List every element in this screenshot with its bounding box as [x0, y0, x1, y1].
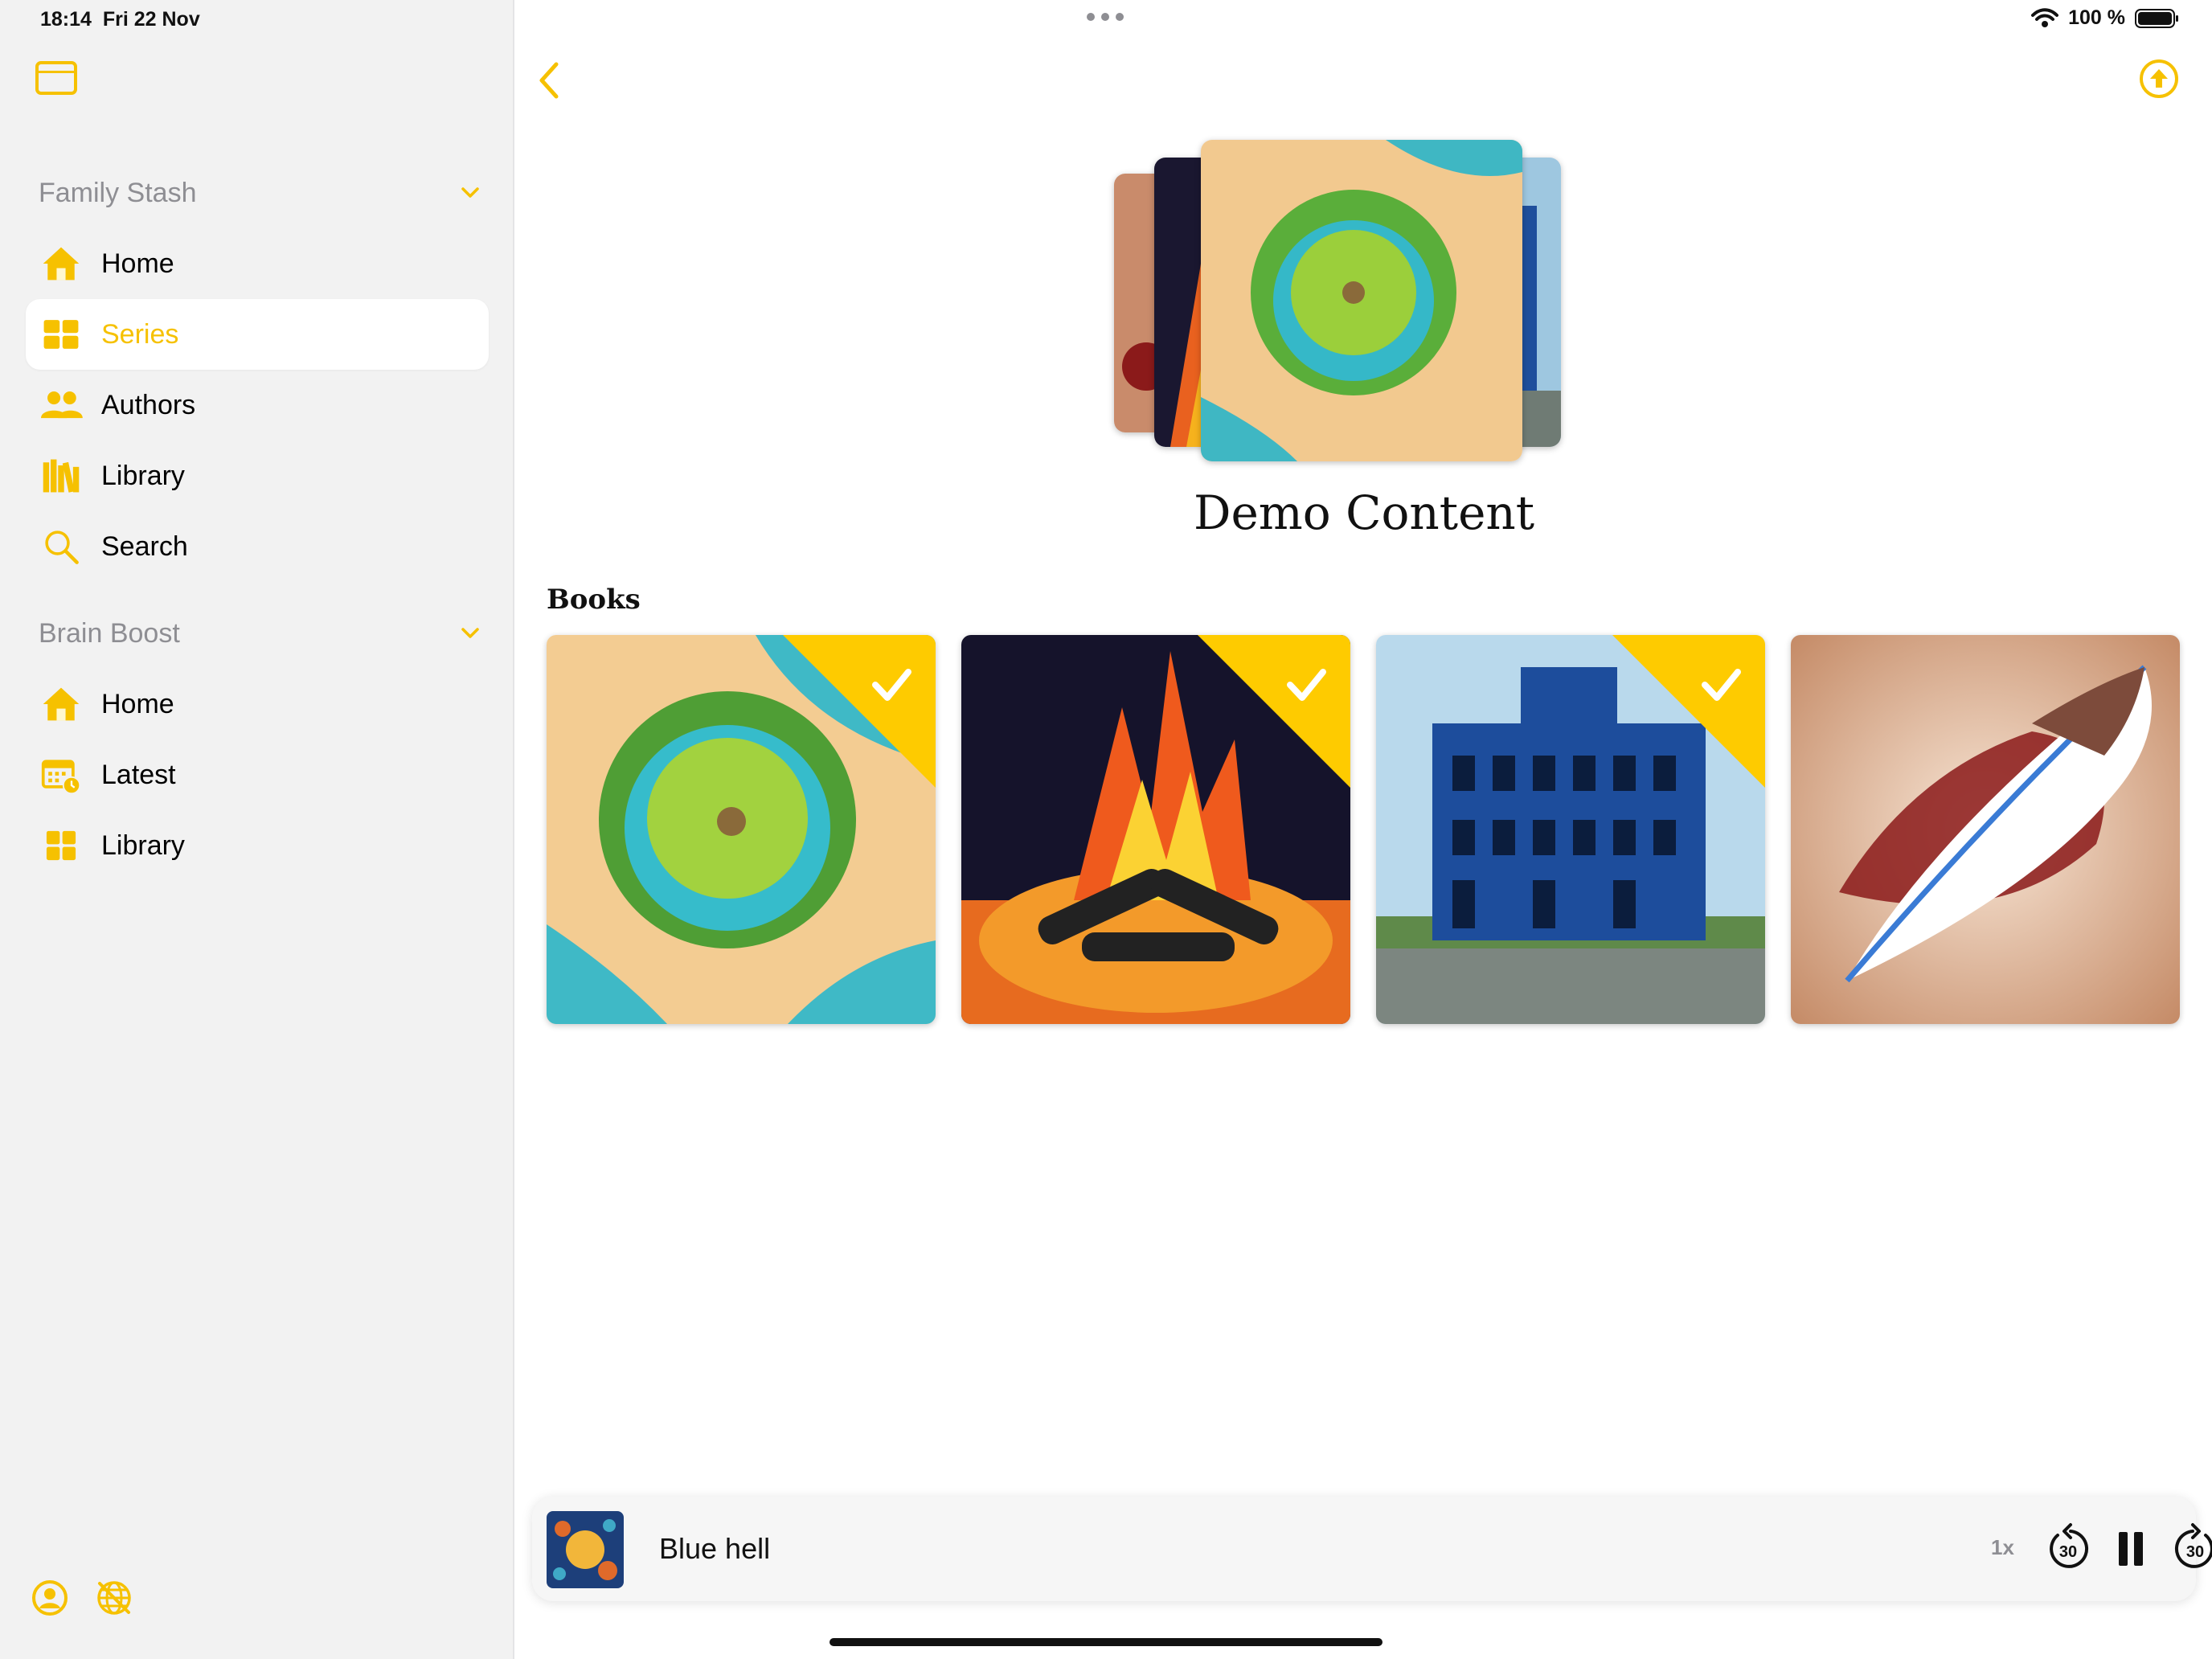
wifi-icon — [2031, 7, 2059, 27]
series-detail: 100 % Demo Content Books Blue hell 1x 30… — [516, 0, 2212, 1659]
status-time-value: 18:14 — [40, 8, 92, 31]
people-icon — [39, 383, 84, 428]
back-chevron-icon[interactable] — [532, 58, 567, 103]
sidebar-item-search[interactable]: Search — [26, 511, 489, 582]
book-tile-blue-building[interactable] — [1376, 635, 1765, 1024]
home-indicator[interactable] — [830, 1638, 1382, 1646]
book-tile-campfire[interactable] — [961, 635, 1350, 1024]
offline-icon[interactable] — [93, 1577, 135, 1619]
books-icon — [39, 453, 84, 498]
series-cover-stack — [1111, 140, 1593, 469]
magnifier-icon — [39, 524, 84, 569]
sidebar-item-home-2[interactable]: Home — [26, 669, 489, 739]
sidebar-item-authors[interactable]: Authors — [26, 370, 489, 440]
sidebar-item-label: Series — [101, 318, 179, 350]
house-icon — [39, 682, 84, 727]
finished-badge-icon — [783, 635, 936, 788]
house-icon — [39, 241, 84, 286]
sidebar-item-home[interactable]: Home — [26, 228, 489, 299]
sidebar-item-latest[interactable]: Latest — [26, 739, 489, 810]
skip-forward-30-icon[interactable]: 30 — [2167, 1521, 2212, 1577]
status-date: Fri 22 Nov — [102, 8, 200, 31]
sidebar-item-library-2[interactable]: Library — [26, 810, 489, 881]
battery-percent: 100 % — [2068, 6, 2125, 29]
section-header-brain-boost[interactable]: Brain Boost — [39, 609, 481, 657]
share-icon[interactable] — [2138, 58, 2180, 100]
pause-icon[interactable] — [2103, 1521, 2159, 1577]
books-section-heading: Books — [547, 584, 641, 616]
status-indicators: 100 % — [2031, 6, 2180, 30]
finished-badge-icon — [1198, 635, 1350, 788]
sidebar-item-label: Library — [101, 830, 185, 861]
sidebar-item-label: Home — [101, 688, 174, 719]
book-tile-island[interactable] — [547, 635, 936, 1024]
sidebar: 18:14 Fri 22 Nov Family Stash Home Serie… — [0, 0, 514, 1659]
skip-back-30-icon[interactable]: 30 — [2040, 1521, 2096, 1577]
finished-badge-icon — [1612, 635, 1765, 788]
sidebar-item-series[interactable]: Series — [26, 299, 489, 370]
sidebar-item-library[interactable]: Library — [26, 440, 489, 511]
account-icon[interactable] — [29, 1577, 71, 1619]
mini-player[interactable]: Blue hell 1x 30 30 — [532, 1497, 2212, 1601]
skip-forward-seconds: 30 — [2186, 1543, 2204, 1561]
sidebar-item-label: Library — [101, 460, 185, 491]
status-time: 18:14 Fri 22 Nov — [40, 8, 200, 31]
grid-icon — [39, 823, 84, 868]
series-title: Demo Content — [1193, 485, 1535, 540]
chevron-down-icon — [461, 187, 479, 198]
sidebar-item-label: Authors — [101, 389, 196, 420]
section-title: Family Stash — [39, 177, 197, 208]
section-title: Brain Boost — [39, 617, 180, 649]
grid-icon — [39, 312, 84, 357]
multitasking-dots-icon[interactable] — [1087, 13, 1124, 21]
playback-speed-button[interactable]: 1x — [1991, 1535, 2014, 1560]
sidebar-toggle-icon[interactable] — [35, 61, 77, 95]
chevron-down-icon — [461, 628, 479, 638]
stack-cover-island — [1201, 140, 1522, 461]
now-playing-cover — [547, 1511, 624, 1588]
sidebar-item-label: Home — [101, 248, 174, 279]
sidebar-item-label: Latest — [101, 759, 176, 790]
skip-back-seconds: 30 — [2059, 1543, 2077, 1561]
book-cover-image — [1791, 635, 2180, 1024]
book-tile-feather[interactable] — [1791, 635, 2180, 1024]
sidebar-item-label: Search — [101, 530, 188, 562]
section-header-family-stash[interactable]: Family Stash — [39, 169, 481, 217]
calendar-clock-icon — [39, 752, 84, 797]
now-playing-title: Blue hell — [659, 1532, 771, 1565]
battery-icon — [2135, 8, 2178, 28]
